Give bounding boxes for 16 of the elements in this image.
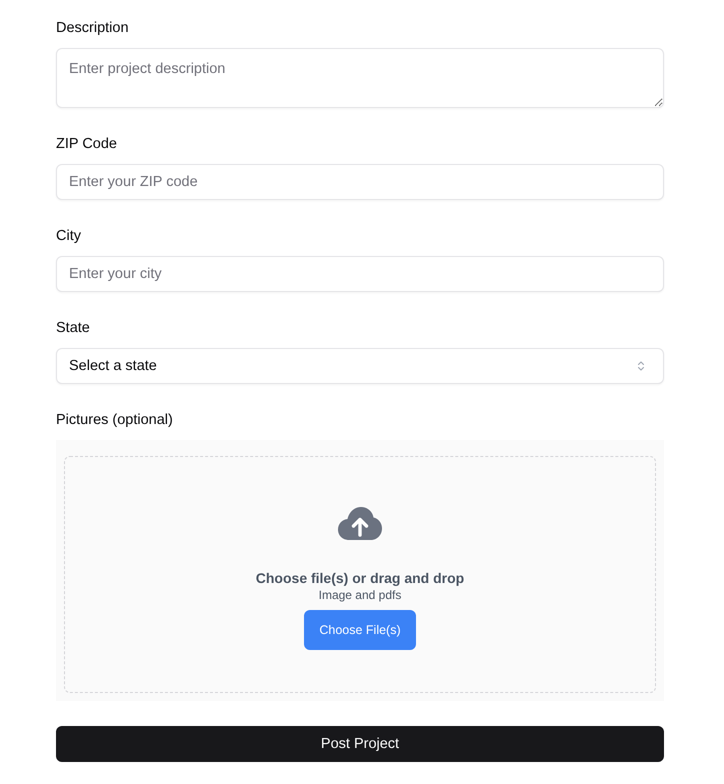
file-types-hint: Image and pdfs: [318, 587, 402, 603]
field-label: ZIP Code: [56, 135, 117, 154]
drop-prompt: Choose file(s) or drag and drop: [256, 569, 464, 587]
description-textarea[interactable]: Enter project description: [56, 48, 664, 108]
field-label: State: [56, 319, 90, 338]
post-project-button[interactable]: Post Project: [56, 726, 664, 762]
field-label: Pictures (optional): [56, 411, 173, 430]
text-input-field[interactable]: Enter your city: [56, 256, 664, 292]
cloud-upload-icon: [338, 507, 382, 541]
field-label: City: [56, 227, 81, 246]
field-label: Description: [56, 19, 129, 38]
text-input-field[interactable]: Enter your ZIP code: [56, 164, 664, 200]
choose-files-button[interactable]: Choose File(s): [304, 610, 416, 650]
drop-zone[interactable]: Choose file(s) or drag and drop Image and pdfs Choose File(s): [64, 456, 656, 693]
state-select[interactable]: Select a state: [56, 348, 664, 384]
chevrons-up-down-icon: [635, 360, 647, 372]
